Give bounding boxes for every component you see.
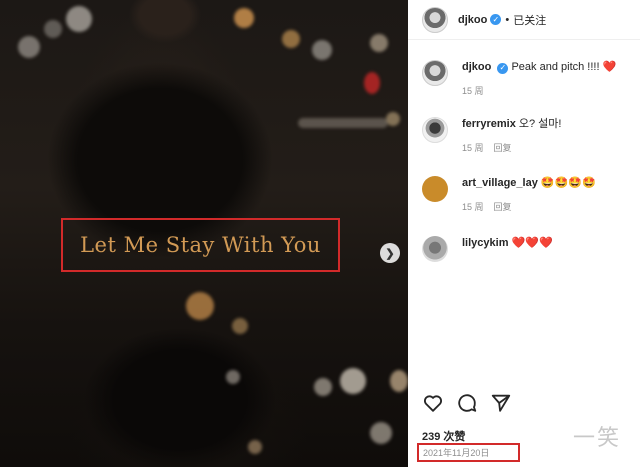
comment-text: 🤩🤩🤩🤩 <box>540 177 596 189</box>
post-title-overlay: Let Me Stay With You <box>80 233 321 257</box>
next-slide-button[interactable]: ❯ <box>380 243 400 263</box>
bokeh-light <box>386 112 400 126</box>
avatar[interactable] <box>422 117 448 143</box>
bokeh-light <box>248 440 262 454</box>
comment-username[interactable]: art_village_lay <box>462 177 538 189</box>
paper-plane-icon[interactable] <box>490 392 512 414</box>
verified-badge-icon: ✓ <box>497 62 509 74</box>
like-count[interactable]: 239 次赞 <box>422 428 465 444</box>
person-silhouette-lower <box>60 300 300 467</box>
bokeh-light <box>44 20 62 38</box>
comment-item: art_village_lay 🤩🤩🤩🤩 15 周 回复 <box>422 176 636 213</box>
watermark: 一笑 <box>573 426 622 451</box>
reply-button[interactable]: 回复 <box>494 141 512 154</box>
avatar[interactable] <box>422 60 448 86</box>
avatar[interactable] <box>422 236 448 262</box>
comment-age: 15 周 <box>462 86 484 96</box>
bokeh-light <box>364 72 380 94</box>
bokeh-light <box>340 368 366 394</box>
comment-age: 15 周 <box>462 143 484 153</box>
action-bar <box>422 392 512 414</box>
comment-username[interactable]: djkoo <box>462 61 491 73</box>
bokeh-light <box>314 378 332 396</box>
bokeh-light <box>370 422 392 444</box>
author-username[interactable]: djkoo <box>458 14 487 26</box>
bokeh-light <box>234 8 254 28</box>
comment-age: 15 周 <box>462 202 484 212</box>
bokeh-light <box>370 34 388 52</box>
post-details-panel: djkoo ✓ • 已关注 djkoo ✓ Peak and pitch !!!… <box>408 0 640 467</box>
bokeh-light <box>18 36 40 58</box>
title-highlight-box: Let Me Stay With You <box>61 218 340 272</box>
comment-text: Peak and pitch !!!! ❤️ <box>511 61 617 73</box>
comment-bubble-icon[interactable] <box>456 392 478 414</box>
bokeh-light <box>390 370 408 392</box>
bokeh-light <box>226 370 240 384</box>
post-date-highlight: 2021年11月20日 <box>417 443 520 462</box>
bokeh-light <box>232 318 248 334</box>
avatar[interactable] <box>422 6 448 33</box>
comment-item: lilycykim ❤️❤️❤️ <box>422 236 636 262</box>
bokeh-light <box>312 40 332 60</box>
bokeh-light <box>66 6 92 32</box>
caption-comment: djkoo ✓ Peak and pitch !!!! ❤️ 15 周 <box>422 60 636 97</box>
post-date: 2021年11月20日 <box>423 448 490 458</box>
comment-text: 오? 설마! <box>518 118 562 130</box>
follow-status-button[interactable]: 已关注 <box>513 12 546 28</box>
comment-username[interactable]: lilycykim <box>462 237 508 249</box>
post-image[interactable]: Let Me Stay With You ❯ <box>0 0 408 467</box>
bokeh-light <box>282 30 300 48</box>
reply-button[interactable]: 回复 <box>494 200 512 213</box>
avatar[interactable] <box>422 176 448 202</box>
bokeh-light <box>298 118 388 128</box>
separator-dot: • <box>505 13 510 26</box>
comment-username[interactable]: ferryremix <box>462 118 516 130</box>
bokeh-light <box>186 292 214 320</box>
chevron-right-icon: ❯ <box>385 247 395 260</box>
heart-outline-icon[interactable] <box>422 392 444 414</box>
post-header: djkoo ✓ • 已关注 <box>408 0 640 40</box>
verified-badge-icon: ✓ <box>490 14 502 25</box>
comment-text: ❤️❤️❤️ <box>511 237 553 249</box>
comment-item: ferryremix 오? 설마! 15 周 回复 <box>422 117 636 154</box>
